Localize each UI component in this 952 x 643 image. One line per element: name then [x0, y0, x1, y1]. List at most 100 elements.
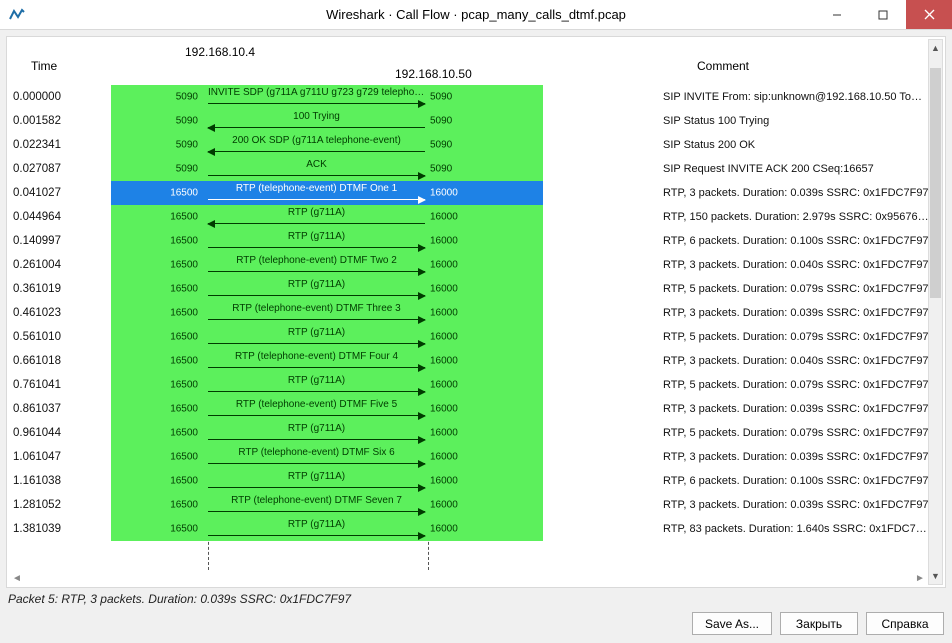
maximize-button[interactable] — [860, 0, 906, 29]
flow-row[interactable]: 0.2610041650016000RTP (telephone-event) … — [7, 253, 945, 277]
window-title: Wireshark · Call Flow · pcap_many_calls_… — [0, 7, 952, 22]
close-button[interactable]: Закрыть — [780, 612, 858, 635]
dialog-button-row: Save As... Закрыть Справка — [6, 612, 946, 637]
flow-cell: 5090 5090 200 OK SDP (g711A telephone-even… — [103, 133, 663, 157]
message-label: RTP (g711A) — [208, 519, 425, 530]
message-label: RTP (g711A) — [208, 375, 425, 386]
flow-row[interactable]: 0.02234150905090200 OK SDP (g711A teleph… — [7, 133, 945, 157]
arrow-right-icon — [418, 100, 426, 108]
comment-cell: SIP Request INVITE ACK 200 CSeq:16657 — [663, 163, 945, 175]
flow-row[interactable]: 0.3610191650016000RTP (g711A)RTP, 5 pack… — [7, 277, 945, 301]
flow-row[interactable]: 0.00000050905090INVITE SDP (g711A g711U … — [7, 85, 945, 109]
port-left-label: 5090 — [158, 140, 198, 151]
port-right-label: 5090 — [430, 140, 470, 151]
arrow-line — [208, 319, 425, 320]
flow-cell: 16500 16000 RTP (telephone-event) DTMF Six… — [103, 445, 663, 469]
flow-row[interactable]: 0.02708750905090ACKSIP Request INVITE AC… — [7, 157, 945, 181]
time-cell: 0.361019 — [7, 283, 103, 295]
comment-cell: RTP, 3 packets. Duration: 0.039s SSRC: 0… — [663, 187, 945, 199]
flow-cell: 1650016000RTP (g711A) — [103, 325, 663, 349]
flow-row[interactable]: 0.0449641650016000RTP (g711A)RTP, 150 pa… — [7, 205, 945, 229]
status-line: Packet 5: RTP, 3 packets. Duration: 0.03… — [6, 588, 946, 612]
port-right-label: 16000 — [430, 284, 470, 295]
comment-cell: RTP, 6 packets. Duration: 0.100s SSRC: 0… — [663, 475, 945, 487]
flow-row[interactable]: 1.2810521650016000RTP (telephone-event) … — [7, 493, 945, 517]
message-label: RTP (telephone-event) DTMF Five 5 — [208, 399, 425, 410]
time-cell: 1.381039 — [7, 523, 103, 535]
scrollbar-thumb[interactable] — [930, 68, 941, 298]
message-label: RTP (g711A) — [208, 327, 425, 338]
flow-row[interactable]: 0.1409971650016000RTP (g711A)RTP, 6 pack… — [7, 229, 945, 253]
port-left-label: 16500 — [158, 356, 198, 367]
message-arrow: RTP (telephone-event) DTMF One 1 — [208, 184, 425, 202]
comment-cell: RTP, 5 packets. Duration: 0.079s SSRC: 0… — [663, 427, 945, 439]
flow-row[interactable]: 0.7610411650016000RTP (g711A)RTP, 5 pack… — [7, 373, 945, 397]
help-button[interactable]: Справка — [866, 612, 944, 635]
port-right-label: 16000 — [430, 404, 470, 415]
comment-cell: RTP, 3 packets. Duration: 0.039s SSRC: 0… — [663, 307, 945, 319]
time-cell: 0.140997 — [7, 235, 103, 247]
message-label: 200 OK SDP (g711A telephone-event) — [208, 135, 425, 146]
arrow-line — [208, 511, 425, 512]
message-label: RTP (telephone-event) DTMF One 1 — [208, 183, 425, 194]
flow-cell: 50905090100 Trying — [103, 109, 663, 133]
port-right-label: 5090 — [430, 164, 470, 175]
flow-row[interactable]: 0.8610371650016000RTP (telephone-event) … — [7, 397, 945, 421]
horizontal-scrollbar[interactable]: ◄ ► — [9, 570, 928, 587]
save-as-button[interactable]: Save As... — [692, 612, 772, 635]
flow-cell: 1650016000RTP (g711A) — [103, 421, 663, 445]
time-cell: 0.041027 — [7, 187, 103, 199]
message-label: 100 Trying — [208, 111, 425, 122]
arrow-right-icon — [418, 484, 426, 492]
close-window-button[interactable] — [906, 0, 952, 29]
comment-cell: SIP Status 100 Trying — [663, 115, 945, 127]
flow-row[interactable]: 0.00158250905090100 TryingSIP Status 100… — [7, 109, 945, 133]
flow-row[interactable]: 1.0610471650016000RTP (telephone-event) … — [7, 445, 945, 469]
comment-cell: SIP INVITE From: sip:unknown@192.168.10.… — [663, 91, 945, 103]
arrow-right-icon — [418, 532, 426, 540]
time-cell: 0.561010 — [7, 331, 103, 343]
port-right-label: 16000 — [430, 524, 470, 535]
arrow-line — [208, 271, 425, 272]
flow-row[interactable]: 0.5610101650016000RTP (g711A)RTP, 5 pack… — [7, 325, 945, 349]
port-left-label: 16500 — [158, 332, 198, 343]
flow-cell: 50905090INVITE SDP (g711A g711U g723 g72… — [103, 85, 663, 109]
scroll-left-icon[interactable]: ◄ — [9, 570, 25, 587]
endpoint-right-label: 192.168.10.50 — [395, 67, 472, 81]
message-label: RTP (telephone-event) DTMF Six 6 — [208, 447, 425, 458]
scroll-up-icon[interactable]: ▲ — [929, 40, 942, 56]
message-arrow: RTP (telephone-event) DTMF Four 4 — [208, 352, 425, 370]
flow-row[interactable]: 1.3810391650016000RTP (g711A)RTP, 83 pac… — [7, 517, 945, 541]
port-right-label: 16000 — [430, 452, 470, 463]
vertical-scrollbar[interactable]: ▲ ▼ — [928, 39, 943, 585]
comment-cell: SIP Status 200 OK — [663, 139, 945, 151]
message-arrow: RTP (telephone-event) DTMF Six 6 — [208, 448, 425, 466]
message-label: RTP (g711A) — [208, 471, 425, 482]
arrow-line — [208, 223, 425, 224]
arrow-right-icon — [418, 316, 426, 324]
message-arrow: RTP (telephone-event) DTMF Three 3 — [208, 304, 425, 322]
message-arrow: RTP (g711A) — [208, 232, 425, 250]
flow-row[interactable]: 0.6610181650016000RTP (telephone-event) … — [7, 349, 945, 373]
arrow-left-icon — [207, 124, 215, 132]
time-cell: 0.261004 — [7, 259, 103, 271]
arrow-right-icon — [418, 268, 426, 276]
flow-row[interactable]: 0.4610231650016000RTP (telephone-event) … — [7, 301, 945, 325]
arrow-line — [208, 463, 425, 464]
flow-row[interactable]: 0.0410271650016000RTP (telephone-event) … — [7, 181, 945, 205]
arrow-line — [208, 391, 425, 392]
scroll-down-icon[interactable]: ▼ — [929, 568, 942, 584]
scroll-right-icon[interactable]: ► — [912, 570, 928, 587]
message-arrow: INVITE SDP (g711A g711U g723 g729 teleph… — [208, 88, 425, 106]
port-left-label: 16500 — [158, 452, 198, 463]
time-header: Time — [31, 59, 57, 73]
flow-cell: 1650016000RTP (g711A) — [103, 469, 663, 493]
arrow-right-icon — [418, 412, 426, 420]
message-arrow: RTP (telephone-event) DTMF Two 2 — [208, 256, 425, 274]
flow-row[interactable]: 0.9610441650016000RTP (g711A)RTP, 5 pack… — [7, 421, 945, 445]
flow-row[interactable]: 1.1610381650016000RTP (g711A)RTP, 6 pack… — [7, 469, 945, 493]
message-arrow: RTP (g711A) — [208, 376, 425, 394]
minimize-button[interactable] — [814, 0, 860, 29]
comment-cell: RTP, 83 packets. Duration: 1.640s SSRC: … — [663, 523, 945, 535]
flow-rows-area[interactable]: 0.00000050905090INVITE SDP (g711A g711U … — [7, 85, 945, 570]
